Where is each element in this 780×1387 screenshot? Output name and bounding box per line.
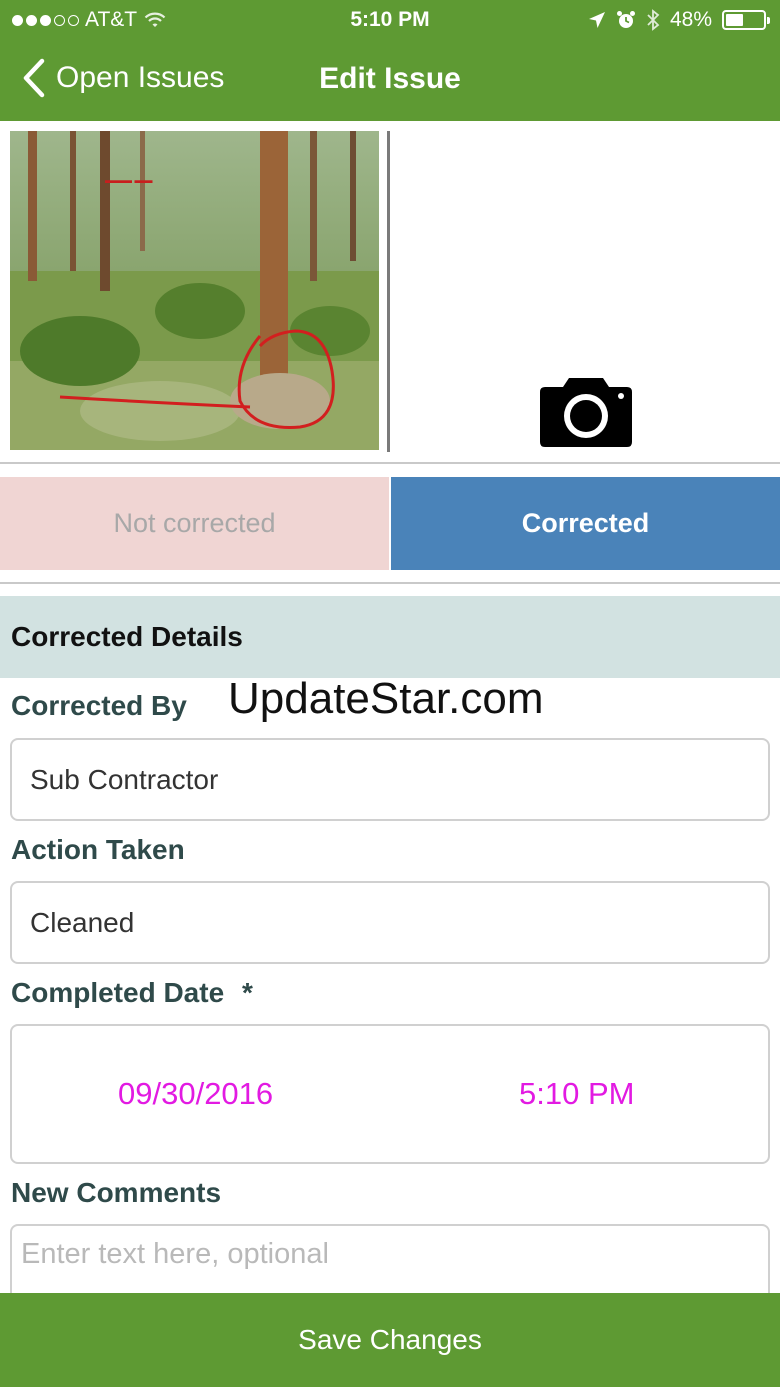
page-title: Edit Issue bbox=[319, 62, 461, 95]
divider bbox=[0, 582, 780, 584]
new-comments-input[interactable]: Enter text here, optional bbox=[10, 1224, 770, 1304]
camera-icon[interactable] bbox=[539, 374, 633, 448]
new-comments-label: New Comments bbox=[11, 1177, 222, 1208]
status-right: 48% bbox=[588, 8, 770, 32]
action-taken-field[interactable]: Cleaned bbox=[10, 881, 770, 964]
top-bar: AT&T 5:10 PM 48% Open Issues Edit Issue bbox=[0, 0, 780, 121]
navigation-bar: Open Issues Edit Issue bbox=[0, 40, 780, 121]
save-changes-button[interactable]: Save Changes bbox=[0, 1293, 780, 1387]
required-marker: * bbox=[241, 977, 253, 1008]
photo-row: ▬▬▬ ▬▬ bbox=[0, 121, 780, 464]
completed-date-field: 09/30/2016 5:10 PM bbox=[10, 1024, 770, 1164]
date-picker[interactable]: 09/30/2016 bbox=[118, 1076, 273, 1112]
alarm-icon bbox=[616, 11, 635, 28]
location-arrow-icon bbox=[588, 12, 605, 28]
battery-icon bbox=[722, 10, 770, 30]
completed-date-label-text: Completed Date bbox=[11, 977, 225, 1008]
watermark: UpdateStar.com bbox=[228, 674, 544, 723]
not-corrected-button[interactable]: Not corrected bbox=[0, 477, 389, 570]
status-bar: AT&T 5:10 PM 48% bbox=[0, 0, 780, 40]
corrected-button[interactable]: Corrected bbox=[391, 477, 780, 570]
section-header: Corrected Details bbox=[0, 596, 780, 678]
bluetooth-icon bbox=[647, 9, 660, 31]
issue-photo[interactable]: ▬▬▬ ▬▬ bbox=[10, 131, 379, 450]
time-picker[interactable]: 5:10 PM bbox=[519, 1076, 634, 1112]
battery-percent: 48% bbox=[669, 8, 712, 31]
photo-divider bbox=[387, 131, 390, 452]
svg-text:▬▬▬ ▬▬: ▬▬▬ ▬▬ bbox=[105, 175, 153, 185]
corrected-by-label: Corrected By bbox=[11, 690, 187, 721]
correction-status-toggle: Not corrected Corrected bbox=[0, 477, 780, 570]
corrected-by-field[interactable]: Sub Contractor bbox=[10, 738, 770, 821]
battery-fill bbox=[726, 14, 744, 26]
completed-date-label: Completed Date * bbox=[11, 977, 253, 1009]
action-taken-label: Action Taken bbox=[11, 834, 185, 865]
